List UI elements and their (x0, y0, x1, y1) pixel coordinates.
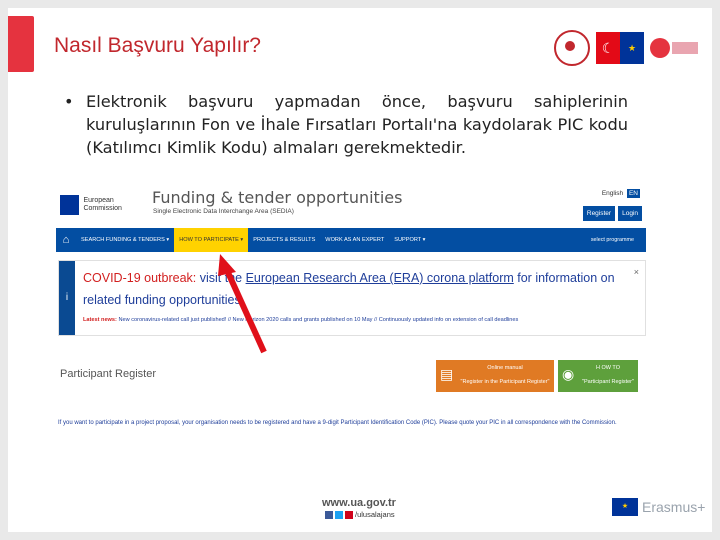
footer-social: /ulusalajans (325, 510, 395, 519)
facebook-icon[interactable] (325, 510, 333, 519)
red-arrow-annotation (218, 254, 267, 354)
erasmus-text: Erasmus+ (642, 499, 706, 515)
erasmus-logo: ★ Erasmus+ (612, 498, 705, 516)
eu-flag-icon: ★ (612, 498, 638, 516)
youtube-icon[interactable] (345, 510, 353, 519)
social-handle: /ulusalajans (355, 510, 395, 519)
footer-url[interactable]: www.ua.gov.tr (322, 497, 396, 509)
twitter-icon[interactable] (335, 510, 343, 519)
